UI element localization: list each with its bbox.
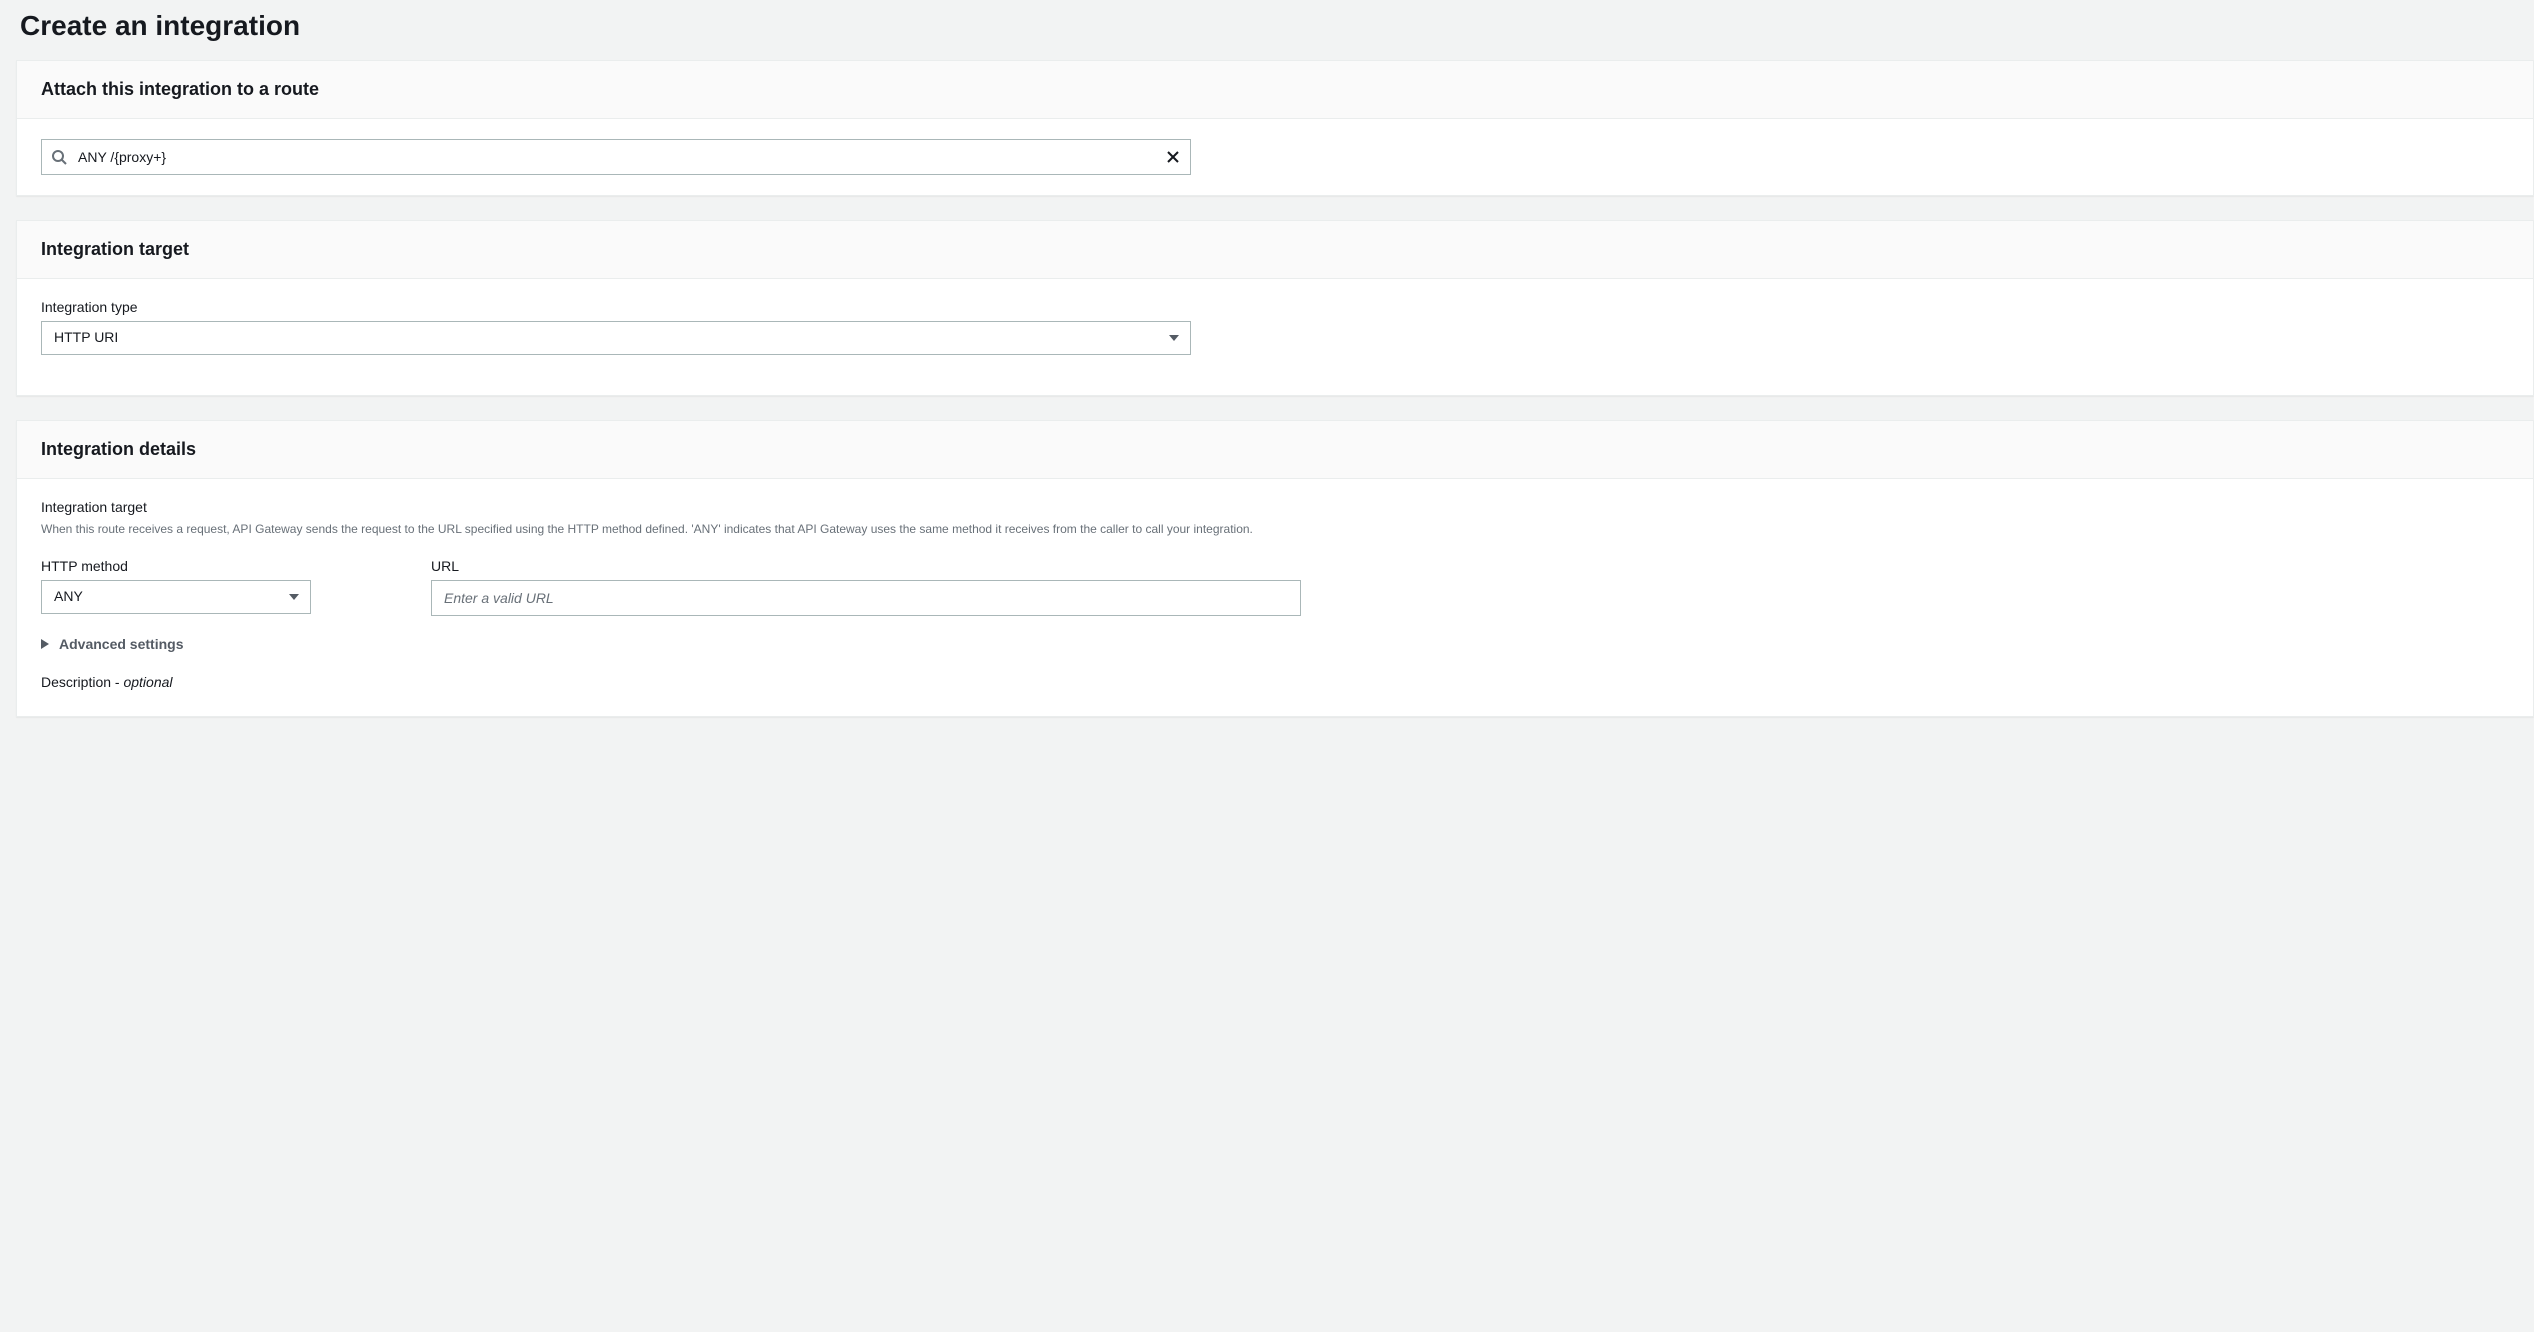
integration-type-label: Integration type (41, 299, 2509, 315)
integration-target-label: Integration target (41, 499, 2509, 515)
integration-target-help: When this route receives a request, API … (41, 521, 2509, 538)
attach-route-panel: Attach this integration to a route (16, 60, 2534, 196)
page-title: Create an integration (0, 0, 2534, 60)
route-search-container (41, 139, 1191, 175)
advanced-settings-label: Advanced settings (59, 636, 183, 652)
http-method-select[interactable]: ANY (41, 580, 311, 614)
attach-route-title: Attach this integration to a route (41, 79, 2509, 100)
integration-target-header: Integration target (17, 221, 2533, 279)
triangle-right-icon (41, 639, 49, 649)
clear-icon[interactable] (1165, 149, 1181, 165)
attach-route-header: Attach this integration to a route (17, 61, 2533, 119)
description-label: Description - optional (41, 674, 2509, 690)
integration-target-title: Integration target (41, 239, 2509, 260)
integration-details-panel: Integration details Integration target W… (16, 420, 2534, 717)
http-method-label: HTTP method (41, 558, 311, 574)
search-icon (51, 149, 67, 165)
integration-target-panel: Integration target Integration type HTTP… (16, 220, 2534, 396)
integration-details-header: Integration details (17, 421, 2533, 479)
url-label: URL (431, 558, 1301, 574)
route-search-input[interactable] (41, 139, 1191, 175)
integration-details-title: Integration details (41, 439, 2509, 460)
url-input[interactable] (431, 580, 1301, 616)
advanced-settings-toggle[interactable]: Advanced settings (41, 636, 2509, 652)
integration-type-select[interactable]: HTTP URI (41, 321, 1191, 355)
